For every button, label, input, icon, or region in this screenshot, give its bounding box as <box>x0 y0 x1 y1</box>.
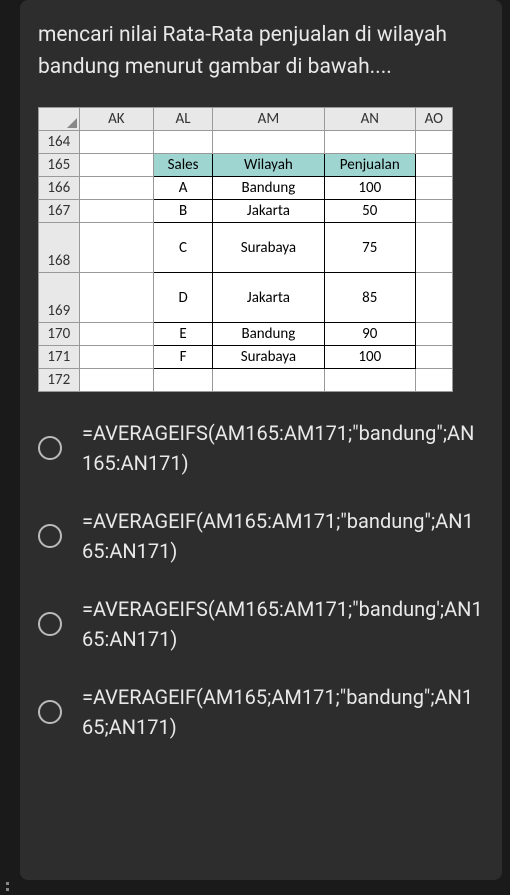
radio-icon <box>38 612 62 636</box>
cell <box>415 369 452 392</box>
col-header-al: AL <box>154 108 213 131</box>
col-header-ak: AK <box>79 108 154 131</box>
question-text: mencari nilai Rata-Rata penjualan di wil… <box>38 20 484 83</box>
table-header-sales: Sales <box>154 154 213 177</box>
menu-dots-icon <box>6 888 9 891</box>
row-header: 164 <box>39 131 80 154</box>
cell <box>79 223 154 273</box>
cell <box>415 177 452 200</box>
cell-sales: D <box>154 273 213 323</box>
spreadsheet-image: AK AL AM AN AO 164 165 Sales Wilayah Pen… <box>38 107 453 392</box>
cell <box>79 131 154 154</box>
option-text: =AVERAGEIF(AM165;AM171;"bandung";AN165;A… <box>82 682 484 742</box>
cell-wilayah: Surabaya <box>212 346 324 369</box>
cell-penjualan: 50 <box>324 200 415 223</box>
cell <box>212 369 324 392</box>
cell <box>415 200 452 223</box>
option-text: =AVERAGEIF(AM165:AM171;"bandung";AN165:A… <box>82 506 484 566</box>
row-header: 170 <box>39 323 80 346</box>
cell <box>415 323 452 346</box>
option-3[interactable]: =AVERAGEIFS(AM165:AM171;"bandung';AN165:… <box>38 594 484 654</box>
cell-sales: A <box>154 177 213 200</box>
cell <box>79 154 154 177</box>
options-list: =AVERAGEIFS(AM165:AM171;"bandung";AN165:… <box>38 418 484 742</box>
cell <box>324 369 415 392</box>
cell-penjualan: 85 <box>324 273 415 323</box>
cell-penjualan: 75 <box>324 223 415 273</box>
cell-penjualan: 90 <box>324 323 415 346</box>
sheet-corner <box>39 108 80 131</box>
row-header: 172 <box>39 369 80 392</box>
cell <box>79 323 154 346</box>
cell <box>415 346 452 369</box>
row-header: 167 <box>39 200 80 223</box>
cell-sales: F <box>154 346 213 369</box>
cell-sales: B <box>154 200 213 223</box>
cell <box>154 131 213 154</box>
col-header-ao: AO <box>415 108 452 131</box>
cell-wilayah: Bandung <box>212 177 324 200</box>
cell <box>79 369 154 392</box>
col-header-an: AN <box>324 108 415 131</box>
row-header: 165 <box>39 154 80 177</box>
row-header: 166 <box>39 177 80 200</box>
quiz-card: mencari nilai Rata-Rata penjualan di wil… <box>20 0 502 880</box>
cell-wilayah: Bandung <box>212 323 324 346</box>
table-header-penjualan: Penjualan <box>324 154 415 177</box>
cell <box>212 131 324 154</box>
option-2[interactable]: =AVERAGEIF(AM165:AM171;"bandung";AN165:A… <box>38 506 484 566</box>
cell <box>415 273 452 323</box>
cell-sales: C <box>154 223 213 273</box>
cell <box>415 131 452 154</box>
cell <box>415 223 452 273</box>
radio-icon <box>38 700 62 724</box>
radio-icon <box>38 524 62 548</box>
row-header: 169 <box>39 273 80 323</box>
cell <box>79 200 154 223</box>
cell <box>79 346 154 369</box>
option-4[interactable]: =AVERAGEIF(AM165;AM171;"bandung";AN165;A… <box>38 682 484 742</box>
cell-penjualan: 100 <box>324 346 415 369</box>
col-header-am: AM <box>212 108 324 131</box>
option-1[interactable]: =AVERAGEIFS(AM165:AM171;"bandung";AN165:… <box>38 418 484 478</box>
cell <box>154 369 213 392</box>
table-header-wilayah: Wilayah <box>212 154 324 177</box>
cell <box>324 131 415 154</box>
option-text: =AVERAGEIFS(AM165:AM171;"bandung";AN165:… <box>82 418 484 478</box>
option-text: =AVERAGEIFS(AM165:AM171;"bandung';AN165:… <box>82 594 484 654</box>
cell-wilayah: Jakarta <box>212 273 324 323</box>
cell <box>79 273 154 323</box>
cell <box>79 177 154 200</box>
row-header: 168 <box>39 223 80 273</box>
cell <box>415 154 452 177</box>
cell-wilayah: Jakarta <box>212 200 324 223</box>
cell-wilayah: Surabaya <box>212 223 324 273</box>
cell-penjualan: 100 <box>324 177 415 200</box>
row-header: 171 <box>39 346 80 369</box>
cell-sales: E <box>154 323 213 346</box>
radio-icon <box>38 436 62 460</box>
